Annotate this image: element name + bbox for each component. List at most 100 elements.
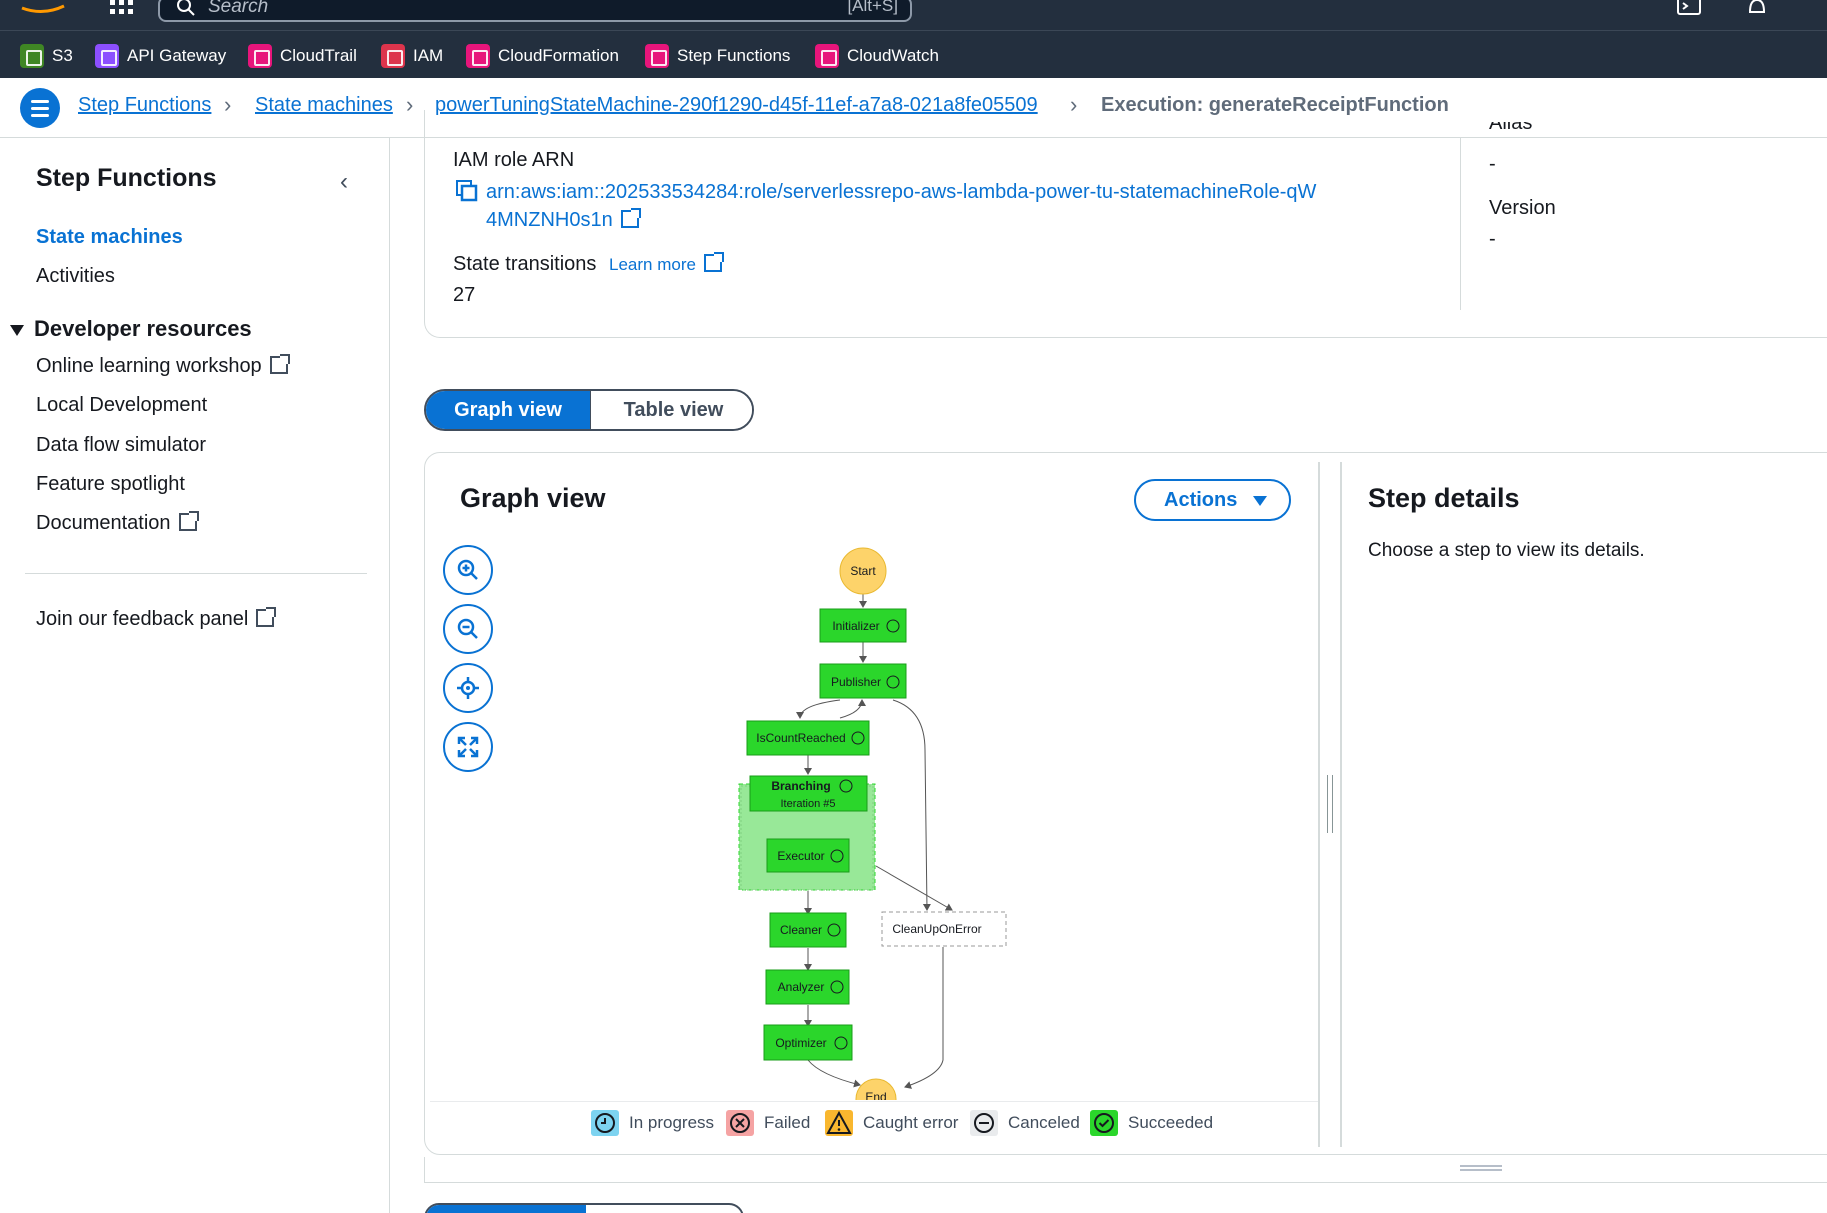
sidebar-item-feedback[interactable]: Join our feedback panel [36, 607, 277, 631]
resize-handle[interactable] [1327, 775, 1333, 833]
favorite-step-functions[interactable]: Step Functions [645, 43, 790, 69]
end-node: End [855, 1078, 897, 1100]
state-machine-graph: Start Initializer Publisher IsCountReach… [738, 547, 1007, 1100]
in-progress-icon [591, 1110, 619, 1136]
external-link-icon [620, 208, 641, 228]
sidebar-item-state-machines[interactable]: State machines [36, 226, 183, 249]
external-link-icon [178, 511, 199, 531]
node-initializer: Initializer [819, 608, 907, 643]
caret-down-icon [10, 324, 24, 336]
search-shortcut: [Alt+S] [847, 0, 898, 15]
chevron-right-icon: › [224, 92, 232, 117]
arn-text: arn:aws:iam::202533534284:role/serverles… [486, 181, 1317, 231]
sidebar-item-feature-spotlight[interactable]: Feature spotlight [36, 473, 185, 496]
favorite-iam[interactable]: IAM [381, 43, 443, 69]
step-details-text: Choose a step to view its details. [1368, 540, 1645, 561]
panel-divider [1340, 462, 1342, 1147]
legend-in-progress: In progress [591, 1110, 714, 1136]
top-navigation: Search [Alt+S] [0, 0, 1827, 30]
legend-succeeded: Succeeded [1090, 1110, 1213, 1136]
svg-text:Branching: Branching [771, 779, 830, 793]
vertical-resize-bar[interactable] [424, 1157, 1827, 1183]
favorite-cloudtrail[interactable]: CloudTrail [248, 43, 357, 69]
succeeded-icon [1090, 1110, 1118, 1136]
legend-label: Caught error [863, 1113, 959, 1132]
legend-label: Canceled [1008, 1113, 1080, 1132]
favorite-cloudwatch[interactable]: CloudWatch [815, 43, 939, 69]
external-link-icon [703, 252, 724, 272]
caret-down-icon [1253, 496, 1267, 506]
section-label: Developer resources [34, 316, 252, 341]
svg-text:Start: Start [850, 564, 876, 578]
cloudformation-icon [466, 44, 490, 68]
legend-label: Failed [764, 1113, 811, 1132]
sidebar-item-data-flow-simulator[interactable]: Data flow simulator [36, 434, 206, 457]
version-label: Version [1489, 197, 1556, 219]
graph-view-tab[interactable]: Graph view [426, 391, 590, 429]
search-input[interactable]: Search [Alt+S] [158, 0, 912, 22]
copy-icon[interactable] [456, 180, 478, 202]
alias-label: Alias [1489, 122, 1533, 134]
legend-label: Succeeded [1128, 1113, 1214, 1132]
collapse-sidebar-icon[interactable]: ‹ [340, 168, 348, 196]
favorite-label: CloudTrail [280, 46, 357, 65]
sidebar-item-label: Online learning workshop [36, 355, 262, 377]
aws-logo[interactable] [18, 0, 68, 14]
table-view-tab[interactable]: Table view [590, 391, 752, 429]
sidebar-item-activities[interactable]: Activities [36, 265, 115, 288]
state-transitions-value: 27 [453, 284, 476, 306]
svg-text:Publisher: Publisher [831, 675, 881, 689]
svg-text:IsCountReached: IsCountReached [756, 731, 845, 745]
svg-text:Initializer: Initializer [832, 619, 879, 633]
node-executor: Executor [766, 838, 850, 873]
notifications-icon[interactable] [1744, 0, 1770, 18]
sidebar-section-developer-resources[interactable]: Developer resources [10, 316, 252, 342]
svg-text:CleanUpOnError: CleanUpOnError [892, 922, 981, 936]
legend-caught-error: Caught error [825, 1110, 958, 1136]
favorite-api-gateway[interactable]: API Gateway [95, 43, 226, 69]
cloudtrail-icon [248, 44, 272, 68]
node-iscountreached: IsCountReached [746, 720, 870, 756]
favorite-cloudformation[interactable]: CloudFormation [466, 43, 619, 69]
node-optimizer: Optimizer [763, 1024, 853, 1061]
legend-label: In progress [629, 1113, 715, 1132]
svg-text:Optimizer: Optimizer [775, 1036, 826, 1050]
graph-view-title: Graph view [460, 483, 606, 513]
iam-role-arn-link[interactable]: arn:aws:iam::202533534284:role/serverles… [486, 178, 1326, 234]
s3-icon [20, 44, 44, 68]
sidebar-item-local-development[interactable]: Local Development [36, 394, 207, 417]
favorite-s3[interactable]: S3 [20, 43, 73, 69]
api-gateway-icon [95, 44, 119, 68]
svg-text:Executor: Executor [777, 849, 824, 863]
search-placeholder: Search [208, 0, 269, 17]
events-view-toggle[interactable] [424, 1203, 744, 1213]
cloudshell-icon[interactable] [1676, 0, 1702, 18]
node-branching: Branching Iteration #5 [749, 775, 868, 812]
svg-text:End: End [865, 1090, 886, 1100]
services-menu-icon[interactable] [110, 0, 134, 14]
events-tab-active[interactable] [426, 1205, 586, 1213]
sidebar-item-documentation[interactable]: Documentation [36, 511, 199, 535]
sidebar-item-online-learning[interactable]: Online learning workshop [36, 354, 290, 378]
learn-more-link[interactable]: Learn more [609, 252, 724, 275]
breadcrumb-step-functions[interactable]: Step Functions [78, 94, 211, 117]
sidebar-item-label: Join our feedback panel [36, 608, 249, 630]
step-details-title: Step details [1368, 483, 1520, 513]
sidebar-item-label: Documentation [36, 512, 171, 534]
node-publisher: Publisher [819, 663, 907, 699]
actions-button[interactable]: Actions [1134, 479, 1291, 521]
breadcrumb-state-machines[interactable]: State machines [255, 94, 393, 117]
alias-value: - [1489, 153, 1496, 175]
node-cleanuponerror: CleanUpOnError [881, 911, 1007, 947]
external-link-icon [256, 607, 277, 627]
hamburger-menu-icon[interactable] [20, 88, 60, 128]
learn-more-label: Learn more [609, 255, 696, 274]
iam-role-label: IAM role ARN [453, 149, 575, 171]
side-navigation: Step Functions ‹ State machines Activiti… [0, 138, 390, 1213]
drag-handle-icon[interactable] [1460, 1165, 1502, 1171]
svg-text:Cleaner: Cleaner [780, 923, 822, 937]
favorite-label: IAM [413, 46, 444, 65]
legend-divider [430, 1101, 1320, 1102]
favorite-label: Step Functions [677, 46, 791, 65]
version-value: - [1489, 228, 1496, 250]
